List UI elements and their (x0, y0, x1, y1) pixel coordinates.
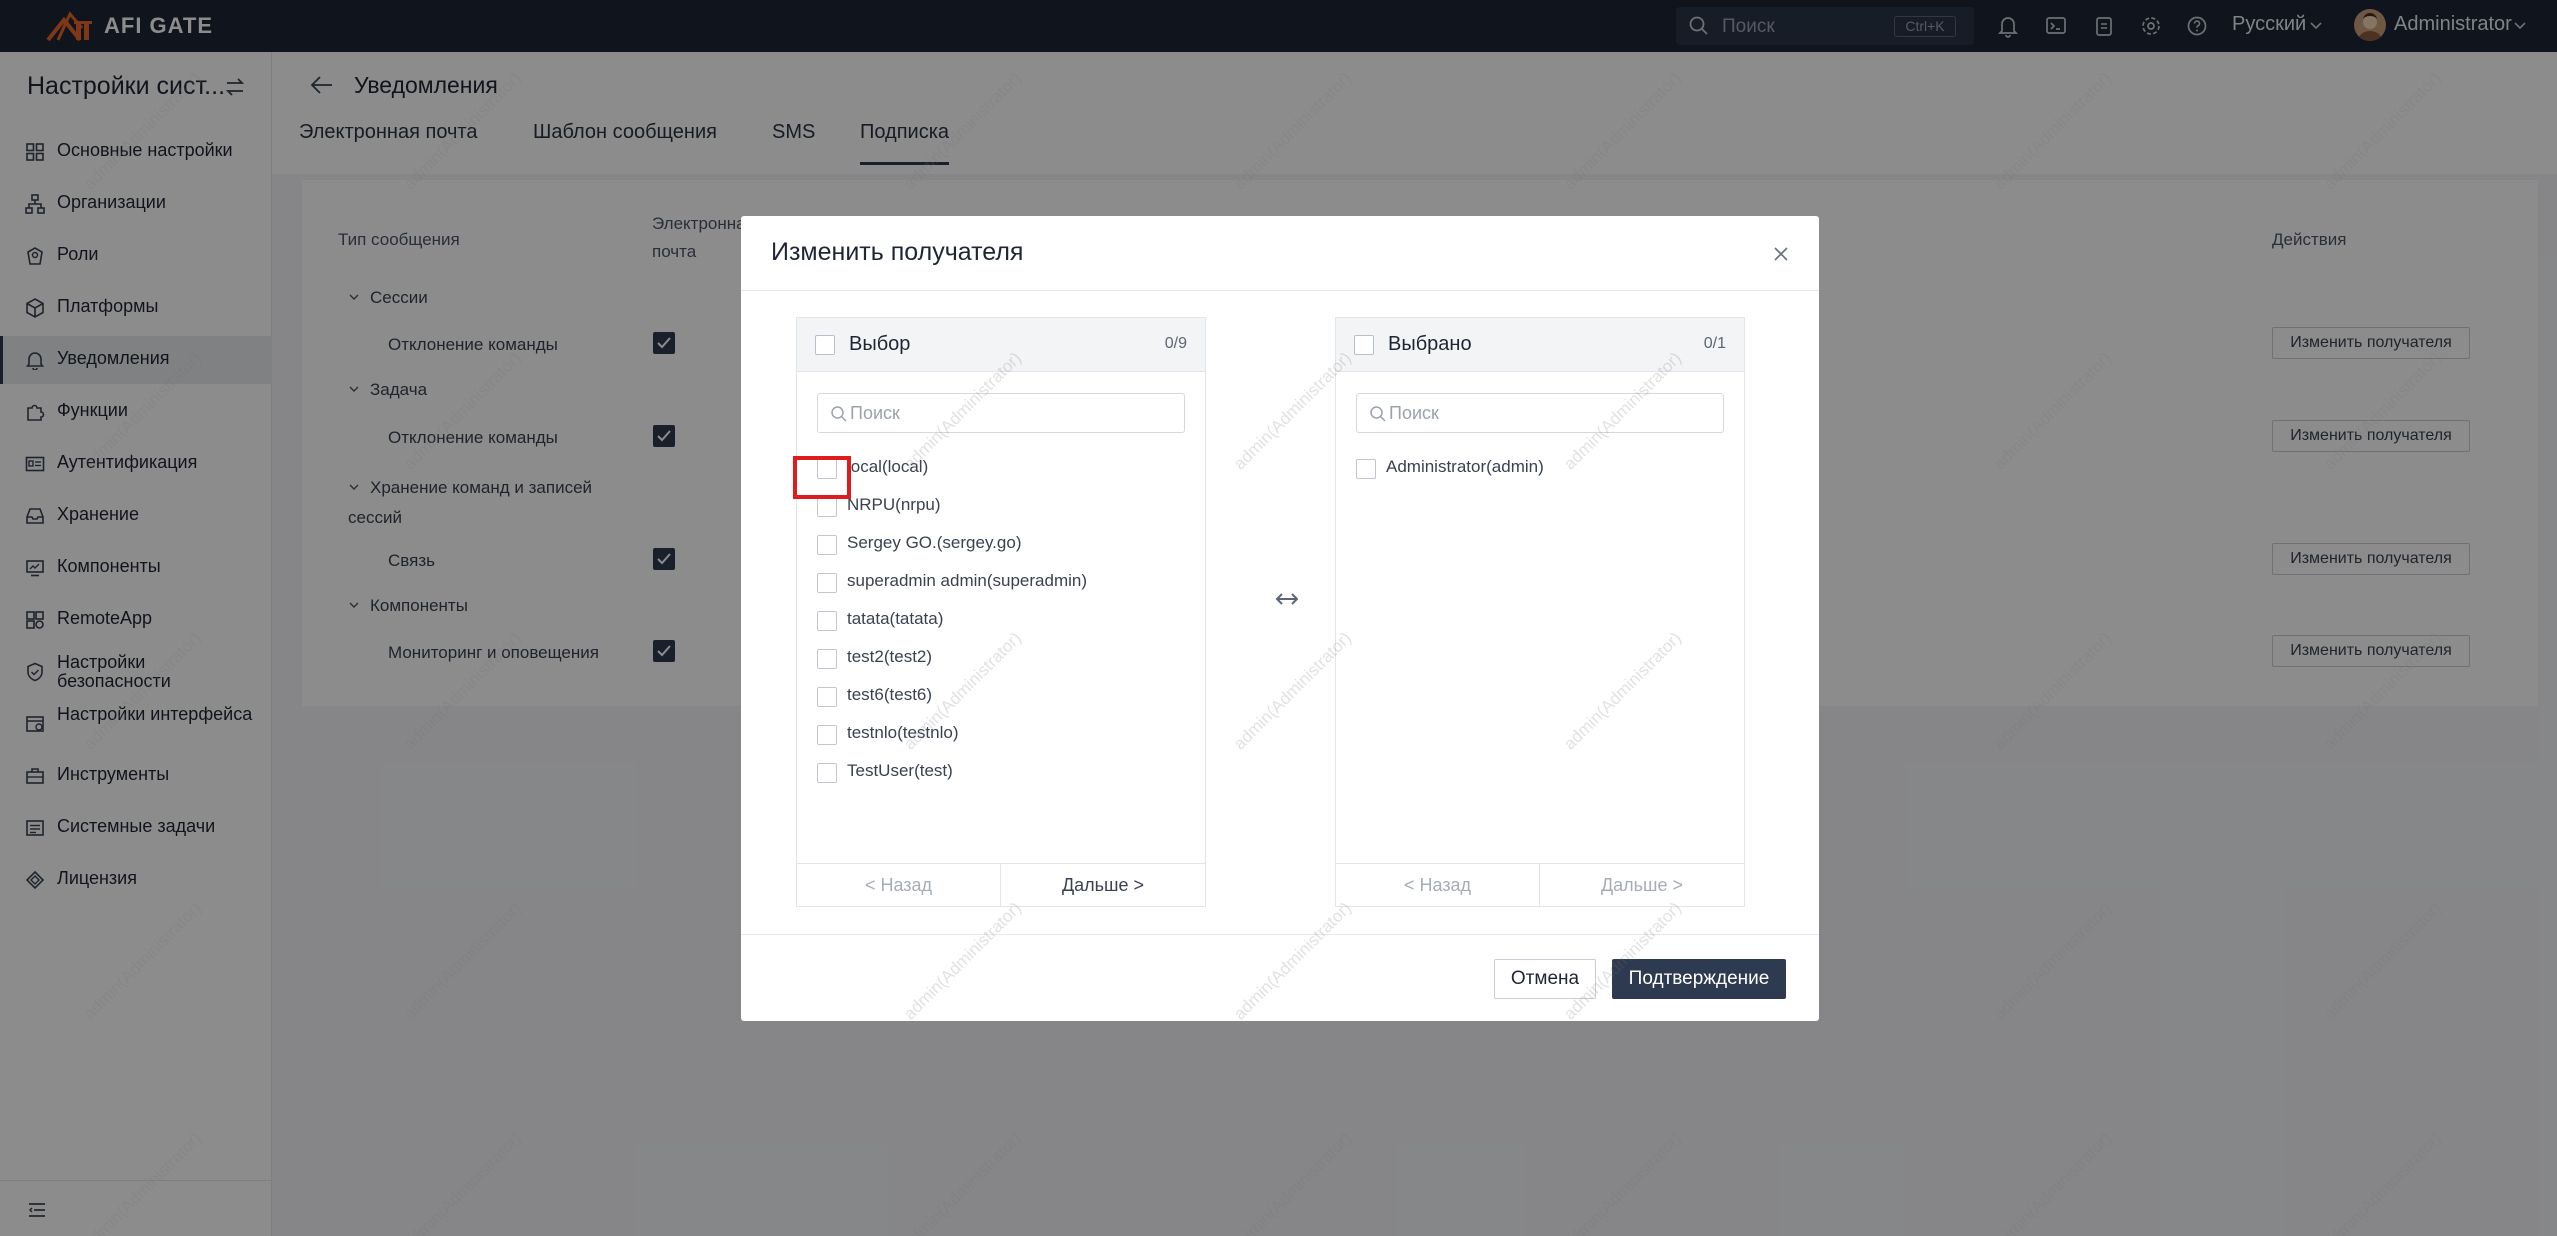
source-pagination: < Назад Дальше > (797, 863, 1205, 907)
cancel-button[interactable]: Отмена (1494, 959, 1596, 999)
item-checkbox[interactable] (1356, 459, 1376, 479)
item-checkbox[interactable] (817, 611, 837, 631)
target-list-panel: Выбрано 0/1 Поиск Administrator(admin) <… (1335, 317, 1745, 907)
item-checkbox[interactable] (817, 763, 837, 783)
confirm-button[interactable]: Подтверждение (1612, 959, 1786, 999)
item-checkbox[interactable] (817, 687, 837, 707)
transfer-arrows-icon (1275, 593, 1299, 605)
item-label: test2(test2) (847, 647, 933, 666)
source-search-input[interactable]: Поиск (817, 393, 1185, 433)
prev-page-button[interactable]: < Назад (797, 864, 1001, 907)
target-list-count: 0/1 (1703, 335, 1726, 352)
edit-recipient-dialog: Изменить получателя Выбор 0/9 Поиск loca… (741, 216, 1819, 1021)
search-icon (831, 406, 847, 422)
search-icon (1370, 406, 1386, 422)
source-list-panel: Выбор 0/9 Поиск local(local) NRPU(nrpu) … (796, 317, 1206, 907)
next-page-button[interactable]: Дальше > (1001, 864, 1205, 907)
item-label: NRPU(nrpu) (847, 495, 941, 514)
target-list-title: Выбрано (1388, 333, 1472, 355)
item-label: tatata(tatata) (847, 609, 944, 628)
item-checkbox[interactable] (817, 535, 837, 555)
item-label: Sergey GO.(sergey.go) (847, 533, 1022, 552)
item-label: TestUser(test) (847, 761, 953, 780)
item-label: Administrator(admin) (1386, 457, 1544, 476)
search-placeholder: Поиск (1389, 403, 1439, 423)
item-checkbox[interactable] (817, 649, 837, 669)
divider (741, 934, 1819, 935)
source-list-header: Выбор 0/9 (797, 318, 1205, 372)
select-all-checkbox[interactable] (815, 335, 835, 355)
source-list-count: 0/9 (1164, 335, 1187, 352)
search-placeholder: Поиск (850, 403, 900, 423)
item-label: superadmin admin(superadmin) (847, 571, 1088, 590)
item-checkbox[interactable] (817, 497, 837, 517)
target-list-header: Выбрано 0/1 (1336, 318, 1744, 372)
source-list-title: Выбор (849, 333, 911, 355)
select-all-checkbox[interactable] (1354, 335, 1374, 355)
item-label: test6(test6) (847, 685, 933, 704)
prev-page-button[interactable]: < Назад (1336, 864, 1540, 907)
close-icon[interactable] (1771, 244, 1791, 264)
item-checkbox[interactable] (817, 573, 837, 593)
divider (741, 290, 1819, 291)
item-label: local(local) (847, 457, 929, 476)
target-search-input[interactable]: Поиск (1356, 393, 1724, 433)
highlight-box (793, 456, 851, 499)
dialog-title: Изменить получателя (771, 238, 1024, 266)
item-checkbox[interactable] (817, 725, 837, 745)
next-page-button[interactable]: Дальше > (1540, 864, 1744, 907)
target-pagination: < Назад Дальше > (1336, 863, 1744, 907)
item-label: testnlo(testnlo) (847, 723, 959, 742)
